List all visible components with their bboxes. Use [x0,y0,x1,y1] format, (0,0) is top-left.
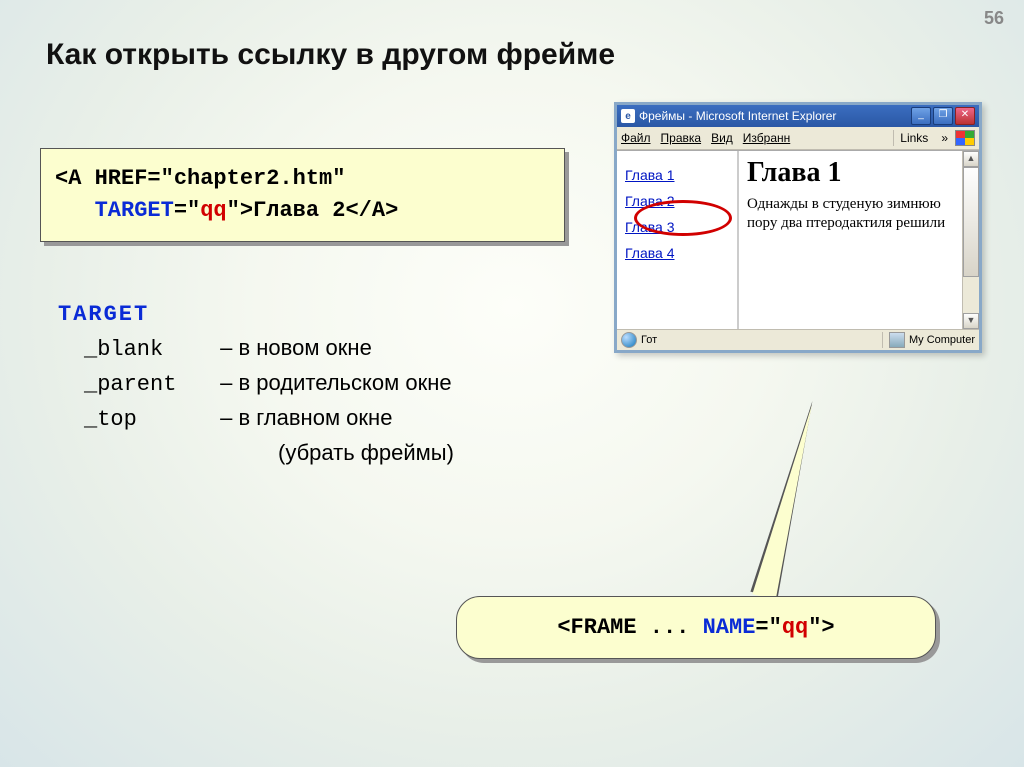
code-text: "> [808,615,834,640]
browser-statusbar: Гот My Computer [617,329,979,350]
close-button[interactable]: ✕ [955,107,975,125]
slide-title: Как открыть ссылку в другом фрейме [46,38,615,72]
code-example-anchor: <A HREF="chapter2.htm" TARGET="qq">Глава… [40,148,565,242]
nav-link-ch3[interactable]: Глава 3 [625,219,729,235]
ie-status-icon [621,332,637,348]
target-values-block: TARGET _blank – в новом окне _parent – в… [58,298,454,469]
right-frame: Глава 1 Однажды в студеную зимнюю пору д… [739,151,979,329]
scrollbar[interactable]: ▲ ▼ [962,151,979,329]
code-linktext: Глава 2 [253,198,345,223]
code-text: =" [755,615,781,640]
menu-edit[interactable]: Правка [661,131,702,145]
code-text: =" [174,198,200,223]
menu-favorites[interactable]: Избранн [743,131,790,145]
left-frame: Глава 1 Глава 2 Глава 3 Глава 4 [617,151,739,329]
code-attr-name: NAME [703,615,756,640]
links-label: Links [900,131,928,145]
chevron-icon[interactable]: » [941,131,948,145]
code-text: <FRAME ... [557,615,689,640]
browser-body: Глава 1 Глава 2 Глава 3 Глава 4 Глава 1 … [617,150,979,329]
window-title: Фреймы - Microsoft Internet Explorer [639,109,909,123]
scroll-up-icon[interactable]: ▲ [963,151,979,167]
code-text: </A> [345,198,398,223]
nav-link-ch4[interactable]: Глава 4 [625,245,729,261]
code-text: " [227,198,240,223]
zone-text: My Computer [909,334,975,346]
page-number: 56 [984,8,1004,29]
code-attr-target: TARGET [95,198,174,223]
target-top-desc: – в главном окне [214,405,392,430]
menu-file[interactable]: Файл [621,131,651,145]
ie-icon: e [621,109,635,123]
menu-view[interactable]: Вид [711,131,733,145]
chapter-body: Однажды в студеную зимнюю пору два птеро… [747,195,971,233]
chapter-heading: Глава 1 [747,157,971,189]
code-value-qq: qq [200,198,226,223]
links-bar: Links » [893,130,975,146]
code-example-frame: <FRAME ... NAME="qq"> [456,596,936,659]
target-parent-desc: – в родительском окне [214,370,452,395]
browser-menubar: Файл Правка Вид Избранн Links » [617,127,979,150]
minimize-button[interactable]: _ [911,107,931,125]
target-top-key: _top [58,403,214,436]
windows-flag-icon [955,130,975,146]
target-parent-key: _parent [58,368,214,401]
nav-link-ch2[interactable]: Глава 2 [625,193,729,209]
target-header: TARGET [58,298,454,331]
browser-titlebar: e Фреймы - Microsoft Internet Explorer _… [617,105,979,127]
computer-icon [889,332,905,348]
code-value-qq: qq [782,615,808,640]
status-text: Гот [641,334,657,346]
code-text: <A HREF="chapter2.htm" [55,166,345,191]
target-blank-key: _blank [58,333,214,366]
scroll-thumb[interactable] [963,167,979,277]
maximize-button[interactable]: ❐ [933,107,953,125]
target-top-desc2: (убрать фреймы) [58,440,454,465]
target-blank-desc: – в новом окне [214,335,372,360]
zone-indicator: My Computer [882,332,975,348]
nav-link-ch1[interactable]: Глава 1 [625,167,729,183]
code-text: > [240,198,253,223]
scroll-down-icon[interactable]: ▼ [963,313,979,329]
browser-window: e Фреймы - Microsoft Internet Explorer _… [614,102,982,353]
